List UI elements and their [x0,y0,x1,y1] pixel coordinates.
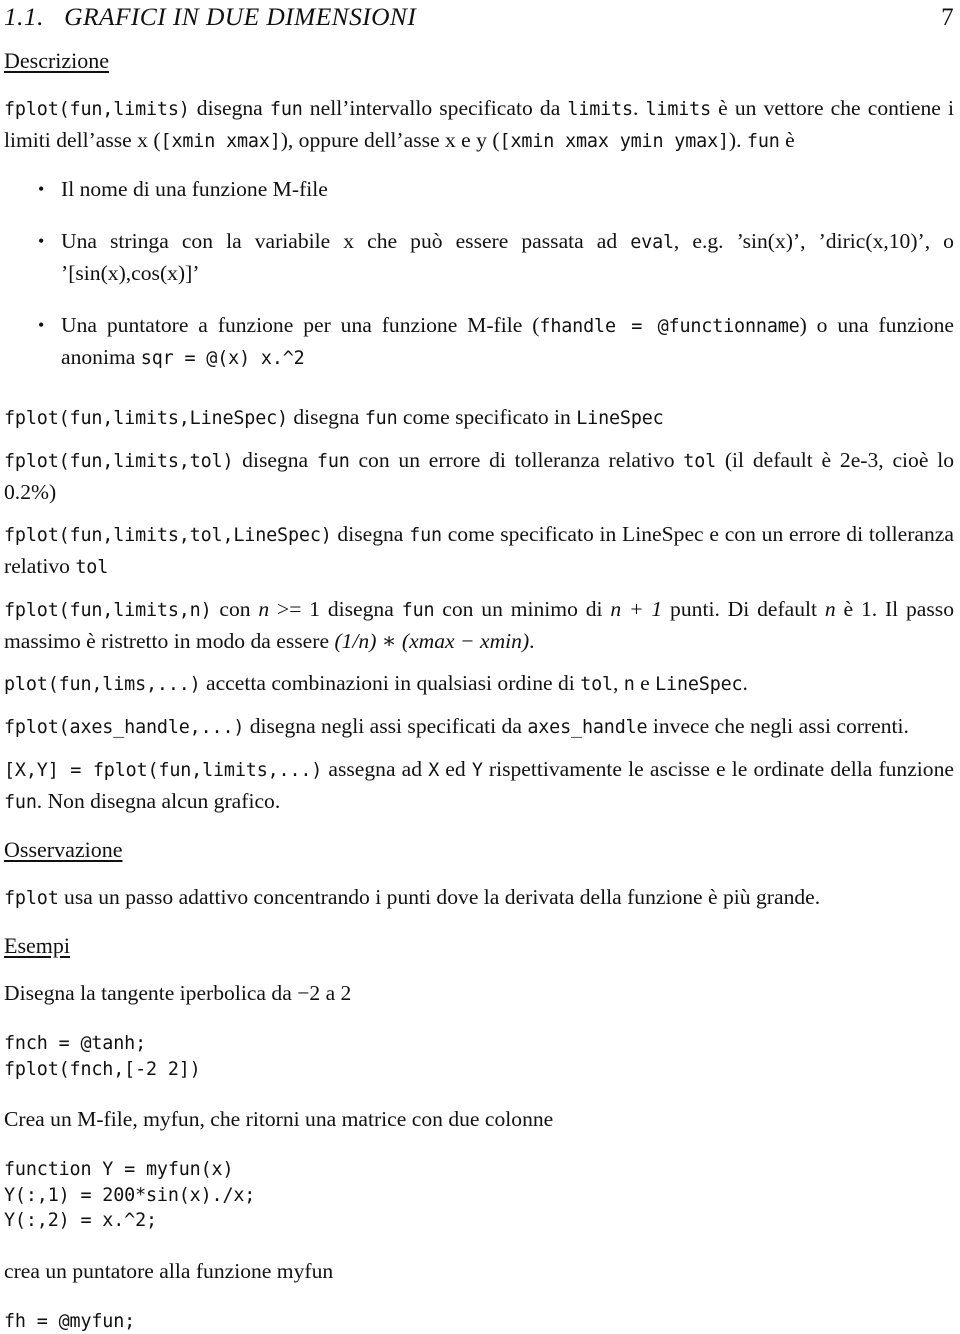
caption-esempio-1: Disegna la tangente iperbolica da −2 a 2 [4,978,954,1009]
heading-osservazione-label: Osservazione [4,837,123,862]
paragraph-osservazione: fplot usa un passo adattivo concentrando… [4,882,954,914]
heading-osservazione: Osservazione [4,835,954,865]
code-fun-5: fun [409,525,442,546]
code-axes-handle: axes_handle [527,717,647,738]
code-block-tanh-example: fnch = @tanh; fplot(fnch,[-2 2]) [4,1031,954,1082]
list-item: • Il nome di una funzione M-file [4,174,954,205]
combinazioni-text-2: , [613,671,624,695]
xy-output-text-3: rispettivamente le ascisse e le ordinate… [483,757,954,781]
code-block-myfun-example: function Y = myfun(x) Y(:,1) = 200*sin(x… [4,1157,954,1234]
code-x-var: X [428,760,439,781]
code-xmin-xmax-ymin-ymax: [xmin xmax ymin ymax] [500,131,729,152]
code-linespec-2: LineSpec [655,674,742,695]
code-limits-1: limits [567,99,633,120]
intro-text-5: ), oppure dell’asse x e y ( [281,128,500,152]
code-xy-fplot: [X,Y] = fplot(fun,limits,...) [4,760,322,781]
code-fun-6: fun [402,600,435,621]
code-linespec-1: LineSpec [576,408,663,429]
heading-esempi: Esempi [4,931,954,961]
paragraph-intro: fplot(fun,limits) disegna fun nell’inter… [4,93,954,157]
linespec-text-1: disegna [288,405,365,429]
npoints-text-1: con [212,597,259,621]
code-tol-1: tol [683,451,716,472]
code-fplot-linespec: fplot(fun,limits,LineSpec) [4,408,288,429]
osservazione-text-1: usa un passo adattivo concentrando i pun… [59,885,821,909]
npoints-text-3: con un minimo di [434,597,610,621]
code-sqr-anonymous: sqr = @(x) x.^2 [141,348,305,369]
heading-esempi-label: Esempi [4,933,70,958]
running-header: 1.1. GRAFICI IN DUE DIMENSIONI 7 [4,2,954,36]
code-block-handle-example: fh = @myfun; [4,1309,954,1334]
code-fplot-tol: fplot(fun,limits,tol) [4,451,233,472]
tol-linespec-text-1: disegna [332,522,409,546]
linespec-text-2: come specificato in [398,405,577,429]
math-n-plus-1: n + 1 [610,597,662,621]
caption-esempio-2: Crea un M-file, myfun, che ritorni una m… [4,1104,954,1135]
code-fun-2: fun [747,131,780,152]
intro-text-7: è [780,128,795,152]
bullet-icon: • [38,310,44,341]
bullet-2-text-1: Una stringa con la variabile x che può e… [61,229,630,253]
paragraph-tol: fplot(fun,limits,tol) disegna fun con un… [4,445,954,508]
intro-text-3: . [633,96,646,120]
code-fplot-n: fplot(fun,limits,n) [4,600,212,621]
tol-text-1: disegna [233,448,317,472]
axes-handle-text-1: disegna negli assi specificati da [244,714,527,738]
combinazioni-text-1: accetta combinazioni in qualsiasi ordine… [201,671,581,695]
bullet-icon: • [38,174,44,205]
combinazioni-text-3: e [635,671,655,695]
code-n-1: n [624,674,635,695]
math-n-2: n [825,597,836,621]
code-fhandle-functionname: fhandle = @functionname [539,316,799,337]
code-tol-3: tol [580,674,613,695]
code-fplot-axes-handle: fplot(axes_handle,...) [4,717,244,738]
code-eval: eval [630,232,674,253]
intro-text-6: ). [729,128,747,152]
paragraph-axes-handle: fplot(axes_handle,...) disegna negli ass… [4,711,954,743]
code-y-var: Y [472,760,483,781]
code-xmin-xmax: [xmin xmax] [161,131,281,152]
bullet-1-text-1: Il nome di una funzione M-file [61,177,328,201]
fun-type-list: • Il nome di una funzione M-file • Una str… [4,174,954,374]
combinazioni-text-4: . [742,671,747,695]
paragraph-tol-linespec: fplot(fun,limits,tol,LineSpec) disegna f… [4,519,954,583]
intro-text-2: nell’intervallo specificato da [303,96,568,120]
npoints-text-2: >= 1 disegna [269,597,401,621]
heading-descrizione: Descrizione [4,46,954,76]
npoints-text-4: punti. Di default [662,597,825,621]
code-tol-2: tol [75,557,108,578]
xy-output-text-2: ed [439,757,472,781]
code-fplot-tol-linespec: fplot(fun,limits,tol,LineSpec) [4,525,332,546]
npoints-text-6: . [529,629,534,653]
xy-output-text-1: assegna ad [322,757,428,781]
paragraph-combinazioni: plot(fun,lims,...) accetta combinazioni … [4,668,954,700]
code-fplot-keyword: fplot [4,888,59,909]
page-number: 7 [941,4,954,32]
paragraph-xy-output: [X,Y] = fplot(fun,limits,...) assegna ad… [4,754,954,818]
heading-descrizione-label: Descrizione [4,48,109,73]
code-fun-7: fun [4,792,37,813]
body-column: Descrizione fplot(fun,limits) disegna fu… [4,46,954,1334]
list-item: • Una stringa con la variabile x che può … [4,226,954,289]
code-fun-1: fun [270,99,303,120]
caption-esempio-3: crea un puntatore alla funzione myfun [4,1256,954,1287]
paragraph-linespec: fplot(fun,limits,LineSpec) disegna fun c… [4,402,954,434]
running-head-title: 1.1. GRAFICI IN DUE DIMENSIONI [4,2,416,32]
xy-output-text-4: . Non disegna alcun grafico. [37,789,280,813]
code-limits-2: limits [645,99,711,120]
code-plot-lims: plot(fun,lims,...) [4,674,201,695]
list-item: • Una puntatore a funzione per una funzio… [4,310,954,374]
intro-text-1: disegna [190,96,270,120]
bullet-3-text-1: Una puntatore a funzione per una funzion… [61,313,539,337]
tol-text-2: con un errore di tolleranza relativo [350,448,684,472]
code-fun-3: fun [365,408,398,429]
document-page: 1.1. GRAFICI IN DUE DIMENSIONI 7 Descriz… [0,0,960,1314]
paragraph-npoints: fplot(fun,limits,n) con n >= 1 disegna f… [4,594,954,657]
bullet-icon: • [38,226,44,257]
axes-handle-text-2: invece che negli assi correnti. [647,714,908,738]
code-fun-4: fun [317,451,350,472]
code-fplot-fun-limits: fplot(fun,limits) [4,99,190,120]
math-n-1: n [258,597,269,621]
math-step-formula: (1/n) ∗ (xmax − xmin) [334,629,529,653]
